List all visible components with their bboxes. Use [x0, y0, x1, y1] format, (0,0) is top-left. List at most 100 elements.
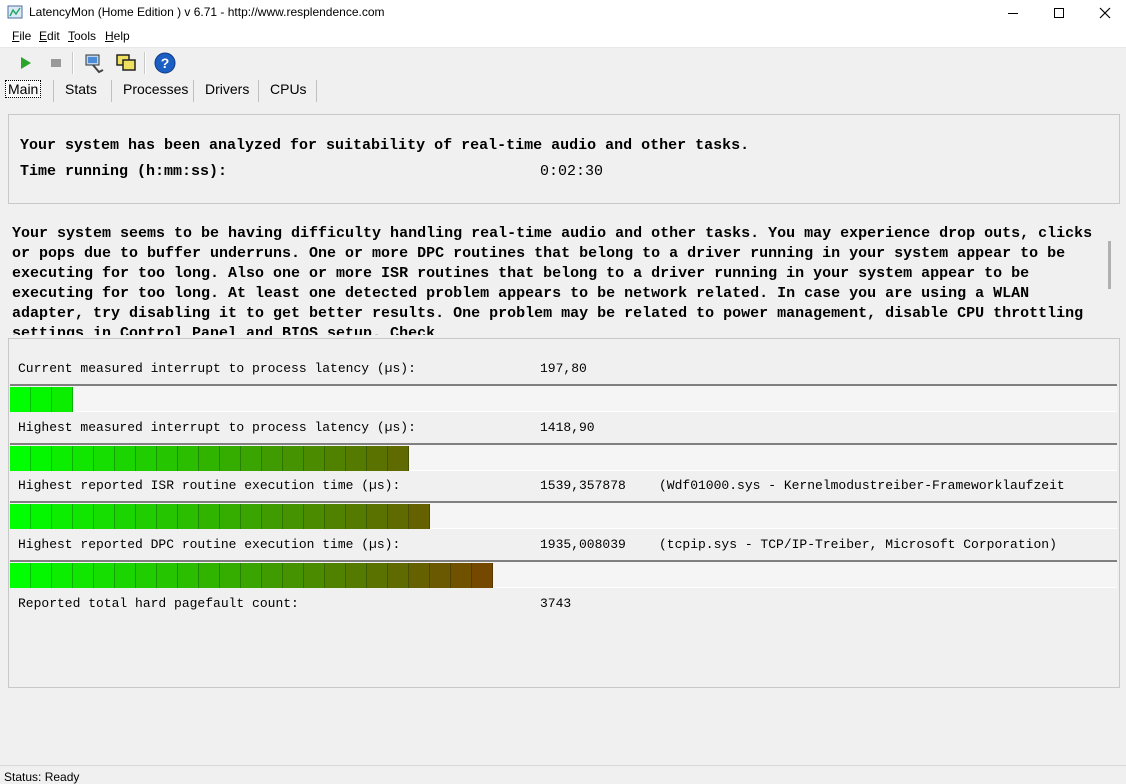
menu-help[interactable]: Help	[105, 29, 130, 43]
bar-segment	[136, 504, 157, 529]
menu-file[interactable]: File	[12, 29, 31, 43]
bar-segment	[220, 563, 241, 588]
stop-button[interactable]	[44, 51, 68, 75]
tab-separator	[53, 80, 54, 102]
bar-segment	[73, 446, 94, 471]
latency-bar	[10, 501, 1117, 529]
bar-segment	[346, 446, 367, 471]
time-running-value: 0:02:30	[540, 163, 604, 180]
windows-icon	[116, 54, 136, 71]
bar-segment	[31, 387, 52, 412]
bar-segment	[52, 504, 73, 529]
metric-detail: (tcpip.sys - TCP/IP-Treiber, Microsoft C…	[659, 537, 1057, 552]
bar-segment	[178, 446, 199, 471]
message-scrollbar[interactable]	[1108, 241, 1111, 289]
bar-segment	[178, 563, 199, 588]
tab-drivers[interactable]: Drivers	[205, 81, 249, 97]
bar-segment	[346, 504, 367, 529]
metric-value: 1418,90	[540, 420, 595, 435]
bar-segment	[52, 446, 73, 471]
metrics-panel: Current measured interrupt to process la…	[8, 338, 1120, 688]
pagefault-label: Reported total hard pagefault count:	[18, 596, 299, 611]
bar-segment	[304, 563, 325, 588]
bar-segment	[94, 504, 115, 529]
bar-segment	[10, 387, 31, 412]
metric-label: Current measured interrupt to process la…	[18, 361, 416, 376]
metric-label: Highest reported ISR routine execution t…	[18, 478, 401, 493]
menu-tools[interactable]: Tools	[68, 29, 96, 43]
bar-segment	[94, 446, 115, 471]
bar-segment	[283, 563, 304, 588]
latency-bar	[10, 443, 1117, 471]
bar-segment	[283, 446, 304, 471]
bar-segment	[31, 563, 52, 588]
bar-segment	[199, 563, 220, 588]
metric-detail: (Wdf01000.sys - Kernelmodustreiber-Frame…	[659, 478, 1065, 493]
bar-segment	[388, 446, 409, 471]
maximize-button[interactable]	[1036, 0, 1082, 25]
metric-value: 1539,357878	[540, 478, 626, 493]
status-text: Status: Ready	[4, 770, 80, 784]
bar-segment	[241, 504, 262, 529]
bar-segment	[367, 563, 388, 588]
tab-separator	[258, 80, 259, 102]
bar-segment	[136, 446, 157, 471]
metric-label: Highest measured interrupt to process la…	[18, 420, 416, 435]
bar-segment	[220, 446, 241, 471]
windows-button[interactable]	[114, 51, 138, 75]
bar-segment	[94, 563, 115, 588]
bar-segment	[241, 446, 262, 471]
bar-segment	[262, 563, 283, 588]
window-title: LatencyMon (Home Edition ) v 6.71 - http…	[29, 5, 385, 19]
bar-segment	[409, 563, 430, 588]
tab-processes[interactable]: Processes	[123, 81, 188, 97]
start-button[interactable]	[13, 51, 37, 75]
play-icon	[21, 57, 31, 69]
bar-segment	[115, 504, 136, 529]
bar-segment	[52, 563, 73, 588]
tab-separator	[111, 80, 112, 102]
maximize-icon	[1054, 7, 1064, 18]
minimize-icon	[1008, 12, 1018, 14]
bar-segment	[367, 504, 388, 529]
menu-bar: File Edit Tools Help	[0, 25, 1126, 48]
message-panel[interactable]: Your system seems to be having difficult…	[8, 207, 1120, 335]
bar-segment	[199, 504, 220, 529]
toolbar-separator	[72, 52, 74, 74]
monitor-button[interactable]	[82, 51, 106, 75]
bar-segment	[10, 504, 31, 529]
tab-cpus[interactable]: CPUs	[270, 81, 307, 97]
bar-segment	[409, 504, 430, 529]
status-bar: Status: Ready	[0, 765, 1126, 784]
minimize-button[interactable]	[990, 0, 1036, 25]
monitor-icon	[85, 54, 104, 74]
tab-stats[interactable]: Stats	[65, 81, 97, 97]
tab-main[interactable]: Main	[5, 80, 42, 98]
summary-panel: Your system has been analyzed for suitab…	[8, 114, 1120, 204]
svg-text:?: ?	[161, 55, 170, 71]
bar-segment	[304, 504, 325, 529]
bar-segment	[52, 387, 73, 412]
bar-segment	[283, 504, 304, 529]
bar-segment	[199, 446, 220, 471]
help-button[interactable]: ?	[153, 51, 177, 75]
metric-label: Highest reported DPC routine execution t…	[18, 537, 401, 552]
tab-separator	[193, 80, 194, 102]
bar-segment	[325, 446, 346, 471]
bar-segment	[73, 563, 94, 588]
close-button[interactable]	[1082, 0, 1126, 25]
bar-segment	[262, 446, 283, 471]
bar-segment	[115, 563, 136, 588]
bar-segment	[73, 504, 94, 529]
bar-segment	[157, 563, 178, 588]
menu-edit[interactable]: Edit	[39, 29, 60, 43]
metric-value: 197,80	[540, 361, 587, 376]
stop-icon	[51, 59, 61, 67]
bar-segment	[136, 563, 157, 588]
bar-segment	[115, 446, 136, 471]
metric-value: 1935,008039	[540, 537, 626, 552]
analysis-message: Your system seems to be having difficult…	[12, 225, 1093, 335]
bar-segment	[430, 563, 451, 588]
help-icon: ?	[154, 52, 176, 74]
app-icon	[7, 5, 23, 19]
